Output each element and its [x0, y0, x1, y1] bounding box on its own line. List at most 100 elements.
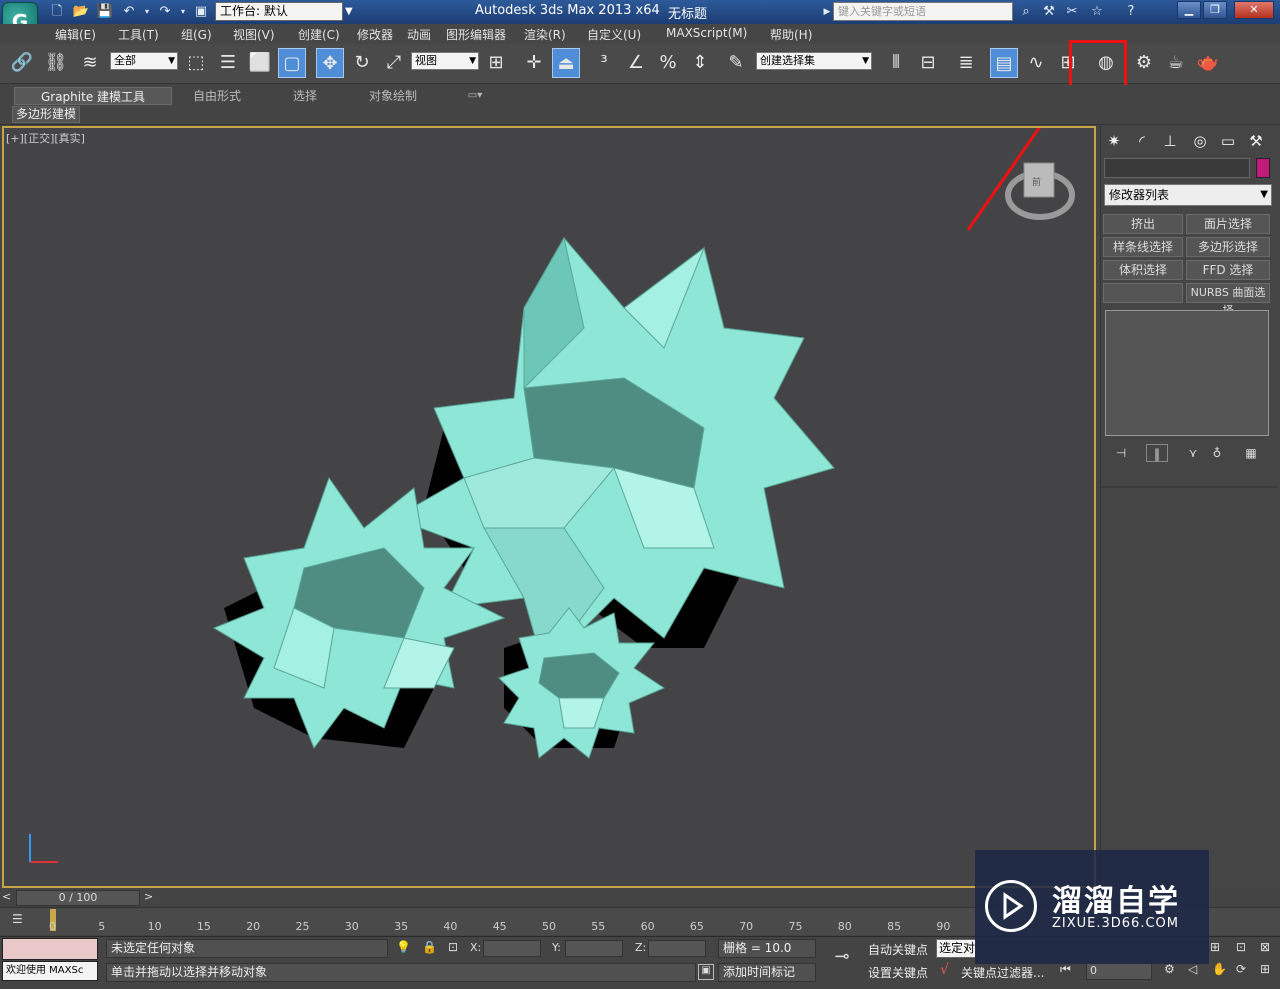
render-production-icon[interactable]: 🫖: [1194, 48, 1222, 78]
layer-manager-icon[interactable]: ≣: [952, 48, 980, 78]
empty-modifier-button[interactable]: [1103, 283, 1183, 303]
ribbon-options-icon[interactable]: ▭▾: [460, 87, 490, 105]
lock-selection-icon[interactable]: 🔒: [422, 940, 437, 954]
x-coordinate-field[interactable]: [483, 940, 541, 957]
utilities-tab-icon[interactable]: ⚒: [1244, 130, 1268, 152]
search-input[interactable]: 键入关键字或短语: [833, 2, 1013, 21]
set-key-icon[interactable]: ⊸: [822, 946, 862, 974]
pan-view-icon[interactable]: ✋: [1212, 962, 1227, 976]
workspace-select[interactable]: 工作台: 默认: [215, 2, 343, 21]
expand-arrow-icon[interactable]: ▶: [822, 3, 832, 21]
tab-object-paint[interactable]: 对象绘制: [356, 87, 430, 105]
unlink-icon[interactable]: ⛓: [42, 48, 70, 78]
key-filters-button[interactable]: 关键点过滤器...: [961, 964, 1044, 981]
mirror-icon[interactable]: ⫴: [882, 48, 910, 78]
patch-select-button[interactable]: 面片选择: [1186, 214, 1270, 234]
time-config-icon[interactable]: ⚙: [1164, 962, 1175, 976]
configure-modifier-sets-icon[interactable]: ▦: [1240, 444, 1262, 462]
edit-named-selection-icon[interactable]: ✎: [722, 48, 750, 78]
percent-snap-icon[interactable]: %: [654, 48, 682, 78]
tab-freeform[interactable]: 自由形式: [180, 87, 254, 105]
orbit-icon[interactable]: ⟳: [1236, 962, 1246, 976]
maximize-viewport-icon[interactable]: ⊞: [1260, 962, 1270, 976]
time-next-icon[interactable]: >: [144, 890, 153, 903]
menu-modifiers[interactable]: 修改器: [357, 26, 393, 43]
menu-rendering[interactable]: 渲染(R): [524, 26, 566, 43]
ffd-select-button[interactable]: FFD 选择: [1186, 260, 1270, 280]
select-manipulate-icon[interactable]: ✛: [520, 48, 548, 78]
add-time-tag[interactable]: 添加时间标记: [718, 963, 816, 982]
maxscript-listener[interactable]: [2, 938, 98, 960]
maximize-button[interactable]: ❐: [1203, 1, 1227, 19]
menu-group[interactable]: 组(G): [181, 26, 212, 43]
object-name-field[interactable]: [1104, 158, 1250, 178]
nurbs-surface-select-button[interactable]: NURBS 曲面选择: [1186, 283, 1270, 317]
modifier-list-select[interactable]: 修改器列表 ▼: [1104, 184, 1272, 206]
undo-dropdown-icon[interactable]: ▾: [142, 3, 152, 21]
spinner-snap-icon[interactable]: ⇕: [686, 48, 714, 78]
select-and-rotate-icon[interactable]: ↻: [348, 48, 376, 78]
redo-icon[interactable]: ↷: [156, 3, 174, 21]
viewport-label[interactable]: [+][正交][真实]: [6, 130, 85, 146]
tab-graphite-modeling[interactable]: Graphite 建模工具: [14, 87, 172, 105]
time-slider-thumb[interactable]: 0 / 100: [16, 890, 140, 906]
display-tab-icon[interactable]: ▭: [1216, 130, 1240, 152]
save-icon[interactable]: 💾: [96, 3, 114, 21]
viewport-front[interactable]: 前: [2, 126, 1096, 888]
help-icon[interactable]: ?: [1122, 3, 1140, 21]
hierarchy-tab-icon[interactable]: ⊥: [1158, 130, 1182, 152]
angle-snap-icon[interactable]: ∠: [622, 48, 650, 78]
reference-coordinate-select[interactable]: 视图 ▼: [411, 52, 479, 70]
field-of-view-icon[interactable]: ◁: [1188, 962, 1197, 976]
key-mode-icon[interactable]: √: [940, 962, 949, 978]
chevron-down-icon[interactable]: ▼: [345, 2, 357, 21]
menu-help[interactable]: 帮助(H): [770, 26, 812, 43]
select-and-scale-icon[interactable]: ⤢: [380, 48, 408, 78]
tab-selection[interactable]: 选择: [280, 87, 330, 105]
menu-animation[interactable]: 动画: [407, 26, 431, 43]
open-file-icon[interactable]: 📂: [72, 3, 90, 21]
menu-create[interactable]: 创建(C): [298, 26, 340, 43]
select-by-name-icon[interactable]: ☰: [214, 48, 242, 78]
close-button[interactable]: ✕: [1234, 1, 1274, 19]
time-prev-icon[interactable]: <: [2, 890, 11, 903]
snaps-toggle-icon[interactable]: ³: [590, 48, 618, 78]
binoculars-icon[interactable]: ⌕: [1017, 3, 1035, 21]
rendered-frame-window-icon[interactable]: ☕: [1162, 48, 1190, 78]
selection-filter-select[interactable]: 全部 ▼: [110, 52, 178, 70]
z-coordinate-field[interactable]: [648, 940, 706, 957]
menu-edit[interactable]: 编辑(E): [55, 26, 96, 43]
undo-icon[interactable]: ↶: [120, 3, 138, 21]
named-selection-select[interactable]: 创建选择集 ▼: [756, 52, 872, 70]
graphite-toggle-icon[interactable]: ▤: [990, 48, 1018, 78]
align-icon[interactable]: ⊟: [914, 48, 942, 78]
window-crossing-icon[interactable]: ▢: [278, 48, 306, 78]
set-key-button[interactable]: 设置关键点: [868, 964, 928, 981]
new-file-icon[interactable]: 🗋: [48, 3, 66, 21]
create-tab-icon[interactable]: ✷: [1102, 130, 1126, 152]
menu-tools[interactable]: 工具(T): [118, 26, 159, 43]
zoom-region-icon[interactable]: ⊡: [1236, 940, 1246, 954]
redo-dropdown-icon[interactable]: ▾: [178, 3, 188, 21]
extrude-button[interactable]: 挤出: [1103, 214, 1183, 234]
zoom-extents-icon[interactable]: ⊞: [1210, 940, 1220, 954]
key-selection-select[interactable]: 选定对: [936, 939, 976, 958]
object-color-swatch[interactable]: [1256, 158, 1270, 178]
current-frame-field[interactable]: 0: [1086, 962, 1152, 980]
select-and-link-icon[interactable]: 🔗: [8, 48, 36, 78]
time-tag-icon[interactable]: ▣: [698, 964, 714, 980]
modifier-stack[interactable]: [1105, 310, 1269, 436]
remove-modifier-icon[interactable]: ♁: [1206, 444, 1228, 462]
minimize-button[interactable]: ▁: [1177, 1, 1201, 19]
menu-maxscript[interactable]: MAXScript(M): [666, 26, 747, 40]
isolate-selection-icon[interactable]: 💡: [396, 940, 411, 954]
zoom-all-icon[interactable]: ⊠: [1260, 940, 1270, 954]
keyboard-shortcut-override-icon[interactable]: ⏏: [552, 48, 580, 78]
communication-icon[interactable]: ✂: [1063, 3, 1081, 21]
vol-select-button[interactable]: 体积选择: [1103, 260, 1183, 280]
polygon-modeling-panel[interactable]: 多边形建模: [12, 106, 80, 123]
rectangular-selection-icon[interactable]: ⬜: [246, 48, 274, 78]
bind-space-warp-icon[interactable]: ≋: [76, 48, 104, 78]
menu-customize[interactable]: 自定义(U): [587, 26, 641, 43]
menu-views[interactable]: 视图(V): [233, 26, 275, 43]
